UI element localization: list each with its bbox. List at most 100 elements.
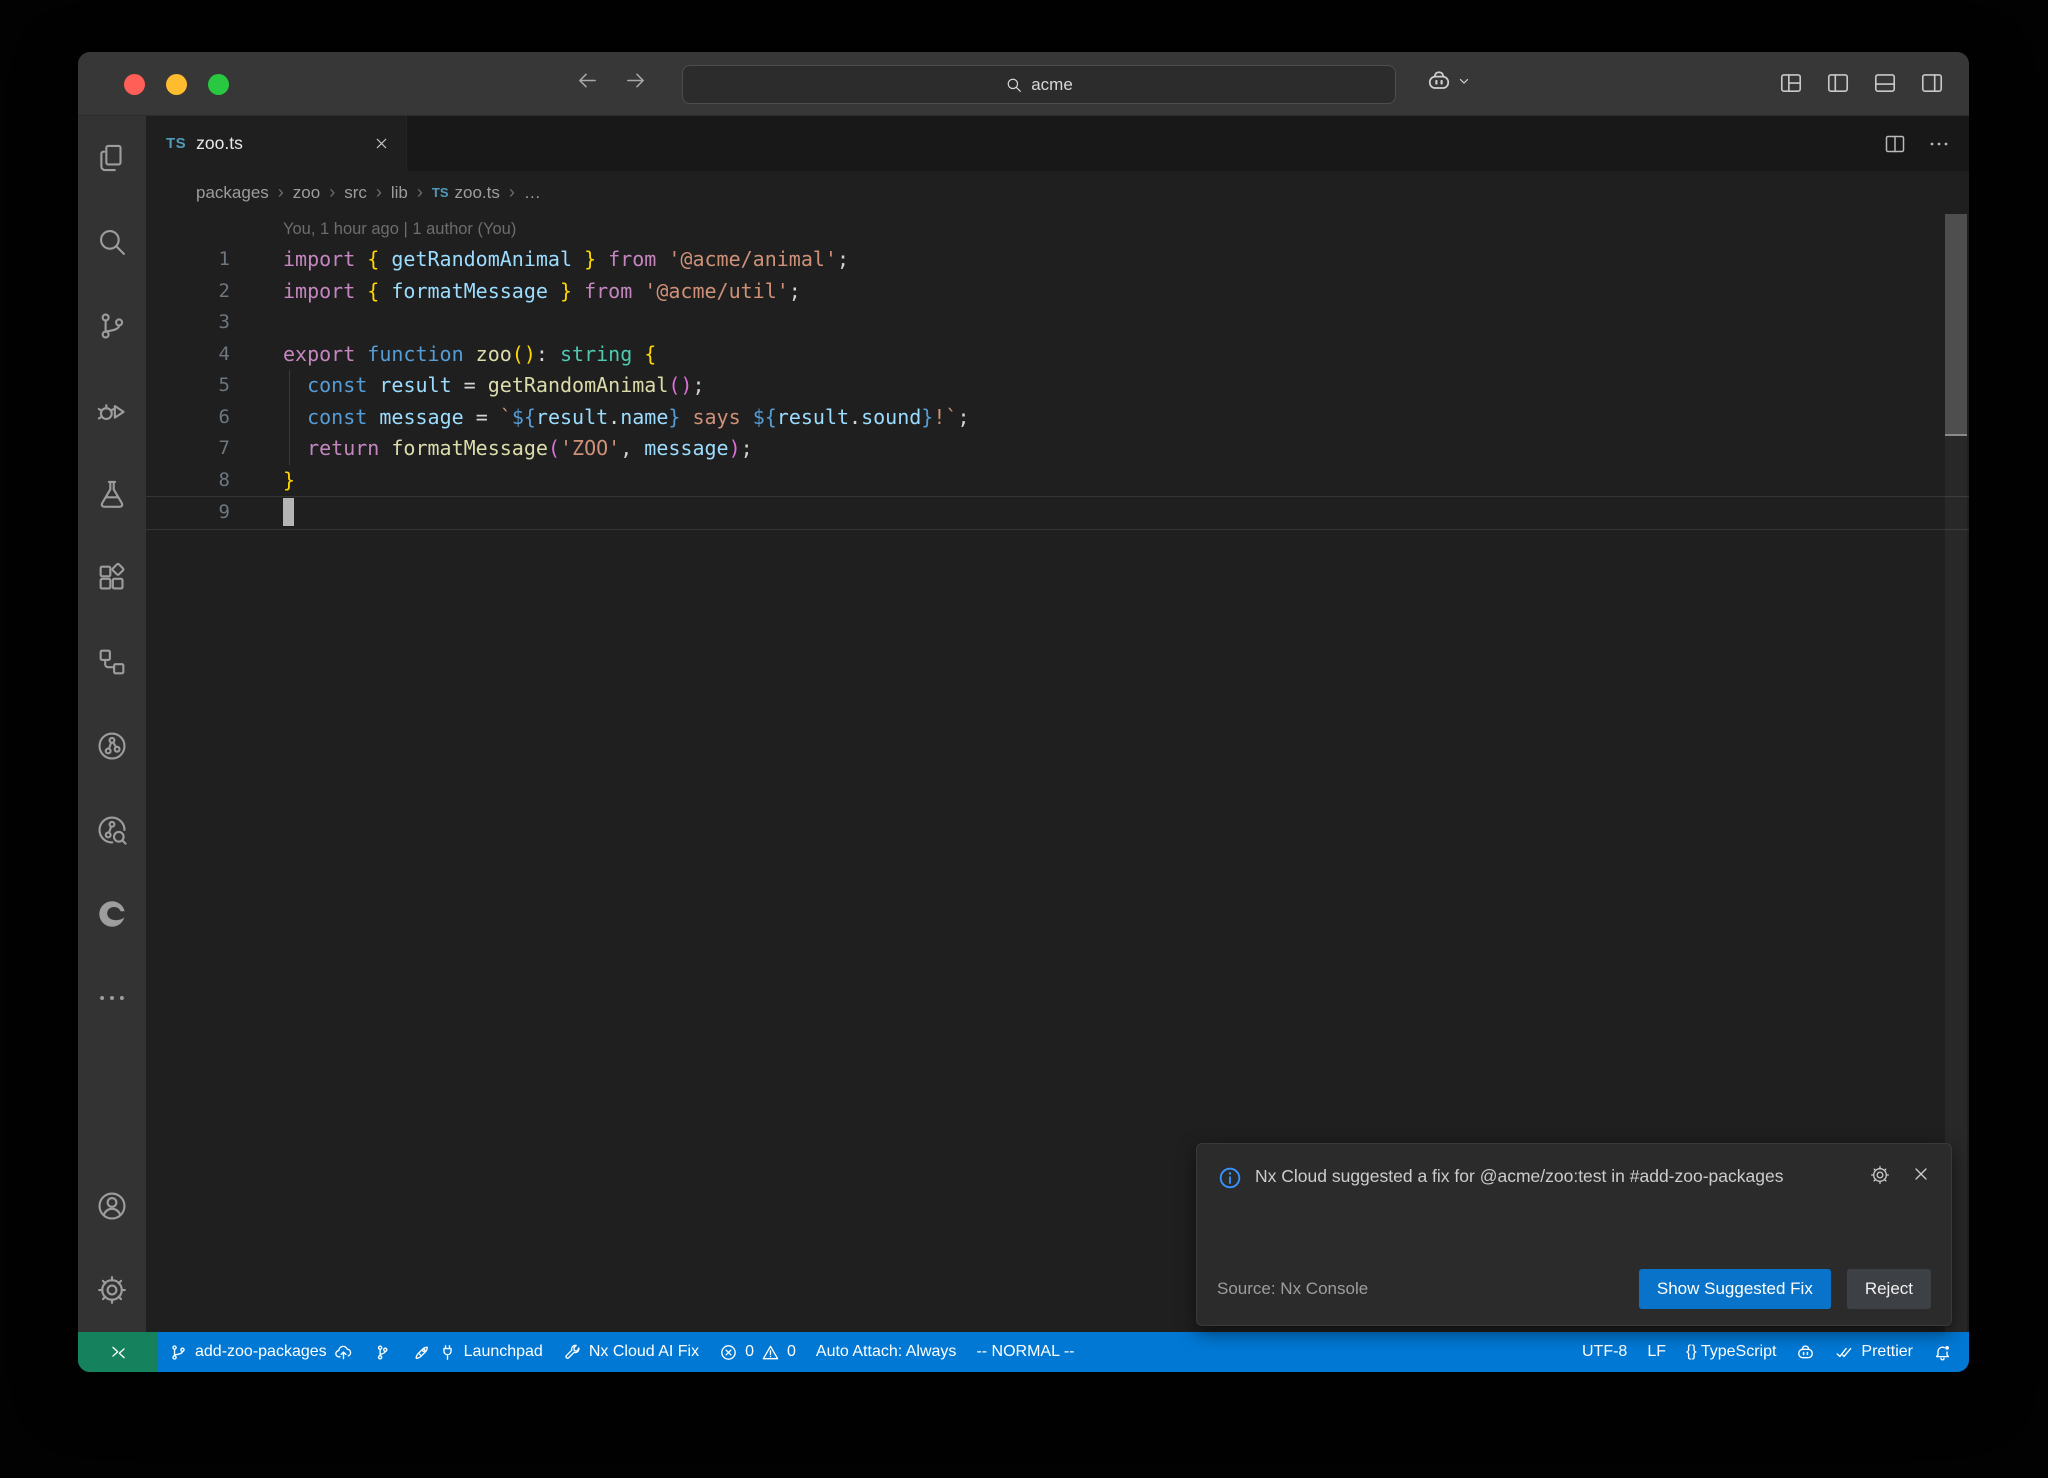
status-source-control-graph[interactable] [364, 1332, 401, 1372]
code-line-3[interactable]: 3 [146, 307, 1969, 339]
zoom-window-button[interactable] [208, 74, 229, 95]
activity-item-run-and-debug[interactable] [78, 368, 146, 452]
plug-icon [438, 1343, 457, 1362]
line-number: 3 [146, 307, 230, 339]
files-icon [95, 141, 129, 175]
more-icon[interactable] [1927, 132, 1951, 156]
activity-item-search[interactable] [78, 200, 146, 284]
activity-item-graph-search[interactable] [78, 788, 146, 872]
code-line-8[interactable]: 8} [146, 465, 1969, 497]
search-icon [95, 225, 129, 259]
chevron-down-icon [1457, 74, 1471, 88]
cloud-upload-icon [334, 1343, 353, 1362]
breadcrumb-item-[interactable]: … [524, 183, 541, 203]
status-notifications-bell[interactable] [1924, 1332, 1961, 1372]
close-window-button[interactable] [124, 74, 145, 95]
toggle-panel-bottom-icon[interactable] [1872, 70, 1898, 96]
activity-bar [78, 116, 146, 1332]
debug-icon [95, 393, 129, 427]
code-line-7[interactable]: 7 return formatMessage('ZOO', message); [146, 433, 1969, 465]
show-suggested-fix-button[interactable]: Show Suggested Fix [1639, 1269, 1831, 1309]
notification-close-icon[interactable] [1911, 1164, 1931, 1184]
copilot-icon [1426, 68, 1452, 94]
scrollbar-thumb[interactable] [1945, 214, 1967, 436]
nx-graph-icon [95, 729, 129, 763]
toggle-layout-icon[interactable] [1778, 70, 1804, 96]
activity-item-explorer[interactable] [78, 116, 146, 200]
error-icon [719, 1343, 738, 1362]
extensions-icon [95, 561, 129, 595]
toggle-panel-left-icon[interactable] [1825, 70, 1851, 96]
code-line-6[interactable]: 6 const message = `${result.name} says $… [146, 402, 1969, 434]
line-number: 4 [146, 339, 230, 371]
breadcrumb-item-packages[interactable]: packages [196, 183, 269, 203]
breadcrumb-item-zoots[interactable]: TSzoo.ts [432, 183, 500, 203]
nx-graph-search-icon [95, 813, 129, 847]
activity-item-additional-views[interactable] [78, 956, 146, 1040]
code-line-5[interactable]: 5 const result = getRandomAnimal(); [146, 370, 1969, 402]
toggle-panel-right-icon[interactable] [1919, 70, 1945, 96]
beaker-icon [95, 477, 129, 511]
close-tab-icon[interactable] [373, 135, 390, 152]
command-center-search[interactable]: acme [682, 65, 1396, 104]
code-line-9[interactable]: 9 [146, 496, 1969, 530]
status-language-mode[interactable]: {} TypeScript [1677, 1332, 1785, 1372]
layout-controls [1778, 70, 1945, 96]
activity-item-testing[interactable] [78, 452, 146, 536]
status-gitlens-launchpad[interactable]: Launchpad [403, 1332, 552, 1372]
status-remote-indicator[interactable] [78, 1332, 158, 1372]
breadcrumb-item-zoo[interactable]: zoo [293, 183, 320, 203]
forward-arrow-icon[interactable] [624, 69, 647, 92]
notification-controls [1869, 1162, 1931, 1191]
search-icon [1005, 76, 1023, 94]
code-lines: 1import { getRandomAnimal } from '@acme/… [146, 244, 1969, 530]
notification-buttons: Show Suggested Fix Reject [1639, 1269, 1931, 1309]
references-icon [95, 645, 129, 679]
graph-icon [373, 1343, 392, 1362]
status-copilot-status[interactable] [1787, 1332, 1824, 1372]
wrench-icon [563, 1343, 582, 1362]
reject-button[interactable]: Reject [1847, 1269, 1931, 1309]
text-cursor [283, 498, 294, 526]
status-nx-cloud-ai-fix[interactable]: Nx Cloud AI Fix [554, 1332, 708, 1372]
typescript-file-icon: TS [432, 185, 449, 200]
breadcrumb-separator: › [278, 182, 284, 203]
status-vim-mode[interactable]: -- NORMAL -- [967, 1332, 1083, 1372]
breadcrumb-item-lib[interactable]: lib [391, 183, 408, 203]
activity-item-project-graph[interactable] [78, 704, 146, 788]
notification-settings-gear-icon[interactable] [1869, 1164, 1891, 1186]
line-number: 7 [146, 433, 230, 465]
status-git-branch[interactable]: add-zoo-packages [160, 1332, 362, 1372]
split-editor-icon[interactable] [1883, 132, 1907, 156]
status-bar-right: UTF-8LF{} TypeScript Prettier [1573, 1332, 1961, 1372]
code-line-1[interactable]: 1import { getRandomAnimal } from '@acme/… [146, 244, 1969, 276]
code-line-4[interactable]: 4export function zoo(): string { [146, 339, 1969, 371]
warning-icon [761, 1343, 780, 1362]
breadcrumb: packages›zoo›src›lib›TSzoo.ts›… [146, 171, 1969, 214]
activity-item-edge-tools[interactable] [78, 872, 146, 956]
breadcrumb-item-src[interactable]: src [344, 183, 367, 203]
title-bar: acme [78, 52, 1969, 116]
copilot-menu-button[interactable] [1426, 68, 1471, 94]
status-formatter-prettier[interactable]: Prettier [1826, 1332, 1922, 1372]
status-auto-attach[interactable]: Auto Attach: Always [807, 1332, 966, 1372]
line-number: 2 [146, 276, 230, 308]
rocket-icon [412, 1343, 431, 1362]
tab-zoo-ts[interactable]: TS zoo.ts [146, 116, 407, 171]
status-problems[interactable]: 00 [710, 1332, 805, 1372]
status-eol[interactable]: LF [1638, 1332, 1675, 1372]
activity-item-extensions[interactable] [78, 536, 146, 620]
activity-item-accounts[interactable] [78, 1164, 146, 1248]
status-bar-left: add-zoo-packages LaunchpadNx Cloud AI Fix… [78, 1332, 1084, 1372]
status-encoding[interactable]: UTF-8 [1573, 1332, 1636, 1372]
activity-item-nx-console[interactable] [78, 620, 146, 704]
minimize-window-button[interactable] [166, 74, 187, 95]
activity-bar-top [78, 116, 146, 1040]
back-arrow-icon[interactable] [576, 69, 599, 92]
activity-item-source-control[interactable] [78, 284, 146, 368]
activity-item-settings[interactable] [78, 1248, 146, 1332]
notification-toast: Nx Cloud suggested a fix for @acme/zoo:t… [1196, 1143, 1952, 1326]
code-line-2[interactable]: 2import { formatMessage } from '@acme/ut… [146, 276, 1969, 308]
bell-dot-icon [1933, 1343, 1952, 1362]
notification-header: Nx Cloud suggested a fix for @acme/zoo:t… [1217, 1162, 1931, 1191]
